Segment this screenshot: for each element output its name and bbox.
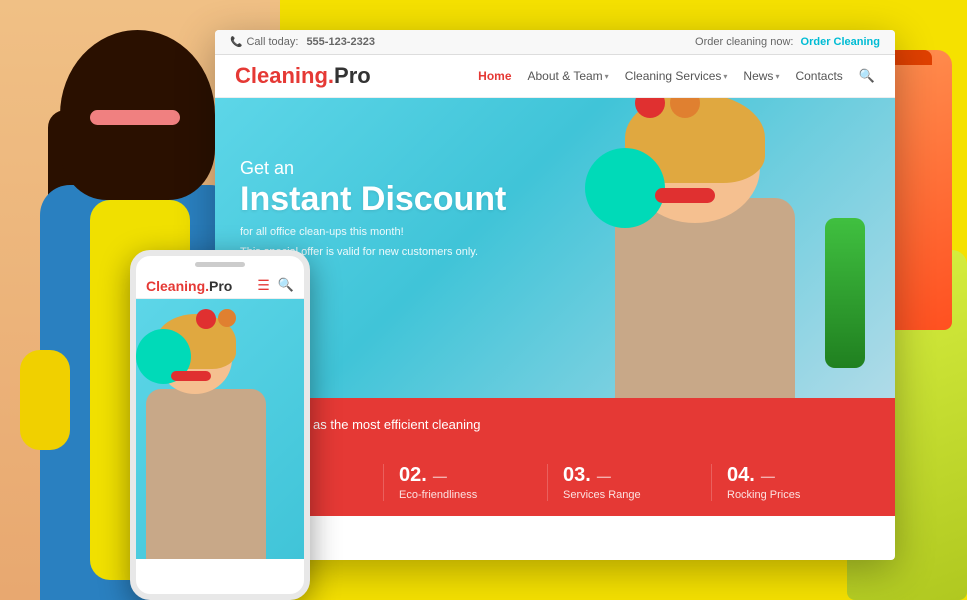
navbar: Cleaning.Pro Home About & Team ▾ Cleanin…	[215, 55, 895, 98]
phone-speaker	[195, 262, 245, 267]
nav-services[interactable]: Cleaning Services	[625, 69, 722, 83]
phone-brand-red: Cleaning.	[146, 278, 209, 294]
browser-window: 📞 Call today: 555-123-2323 Order cleanin…	[215, 30, 895, 560]
hero-get-an: Get an	[240, 158, 506, 179]
nav-services-dropdown[interactable]: Cleaning Services ▾	[625, 69, 728, 83]
phone-mockup: Cleaning.Pro ☰ 🔍	[130, 250, 310, 600]
phone-nav-icons: ☰ 🔍	[257, 277, 294, 294]
hero-woman-image	[535, 98, 875, 398]
nav-links: Home About & Team ▾ Cleaning Services ▾ …	[478, 68, 875, 84]
phone-icon: 📞	[230, 37, 242, 48]
stat-03-num: 03. —	[563, 464, 696, 487]
stat-04-num: 04. —	[727, 464, 860, 487]
search-icon[interactable]: 🔍	[859, 68, 875, 84]
about-caret-icon: ▾	[605, 72, 609, 81]
phone-hamburger-icon[interactable]: ☰	[257, 277, 270, 294]
phone-brand: Cleaning.Pro	[146, 278, 232, 294]
nav-about-dropdown[interactable]: About & Team ▾	[528, 69, 609, 83]
call-label: Call today:	[246, 36, 298, 48]
stat-04: 04. — Rocking Prices	[712, 464, 875, 501]
red-section-main-text: hat define us as the most efficient clea…	[235, 416, 875, 452]
red-section: hat define us as the most efficient clea…	[215, 398, 895, 516]
stat-03-label: Services Range	[563, 489, 696, 501]
topbar-left: 📞 Call today: 555-123-2323	[230, 36, 375, 48]
phone-search-icon[interactable]: 🔍	[278, 277, 294, 294]
hero-sub1: for all office clean-ups this month!	[240, 226, 506, 238]
news-caret-icon: ▾	[775, 72, 779, 81]
brand-logo: Cleaning.Pro	[235, 63, 371, 89]
hero-section: Get an Instant Discount for all office c…	[215, 98, 895, 398]
brand-logo-dark: Pro	[334, 63, 371, 88]
phone-hero-image	[136, 299, 304, 559]
phone-content	[136, 299, 304, 559]
topbar: 📞 Call today: 555-123-2323 Order cleanin…	[215, 30, 895, 55]
stat-04-label: Rocking Prices	[727, 489, 860, 501]
brand-logo-red: Cleaning.	[235, 63, 334, 88]
nav-news-dropdown[interactable]: News ▾	[743, 69, 779, 83]
order-label: Order cleaning now:	[695, 36, 793, 48]
nav-about[interactable]: About & Team	[528, 69, 603, 83]
stat-02-num: 02. —	[399, 464, 532, 487]
stat-02-label: Eco-friendliness	[399, 489, 532, 501]
services-caret-icon: ▾	[723, 72, 727, 81]
stats-row: 01. — ance 02. — Eco-friendliness 03. — …	[235, 464, 875, 501]
order-cleaning-link[interactable]: Order Cleaning	[801, 36, 880, 48]
nav-home[interactable]: Home	[478, 69, 511, 83]
hero-headline: Instant Discount	[240, 181, 506, 218]
nav-news[interactable]: News	[743, 69, 773, 83]
nav-contacts[interactable]: Contacts	[795, 69, 842, 83]
phone-topbar: Cleaning.Pro ☰ 🔍	[136, 273, 304, 299]
topbar-right: Order cleaning now: Order Cleaning	[695, 36, 880, 48]
hero-text: Get an Instant Discount for all office c…	[240, 158, 506, 258]
phone-hero-woman	[136, 299, 304, 559]
phone-number: 555-123-2323	[306, 36, 375, 48]
stat-02: 02. — Eco-friendliness	[384, 464, 548, 501]
stat-03: 03. — Services Range	[548, 464, 712, 501]
phone-brand-dark: Pro	[209, 278, 232, 294]
